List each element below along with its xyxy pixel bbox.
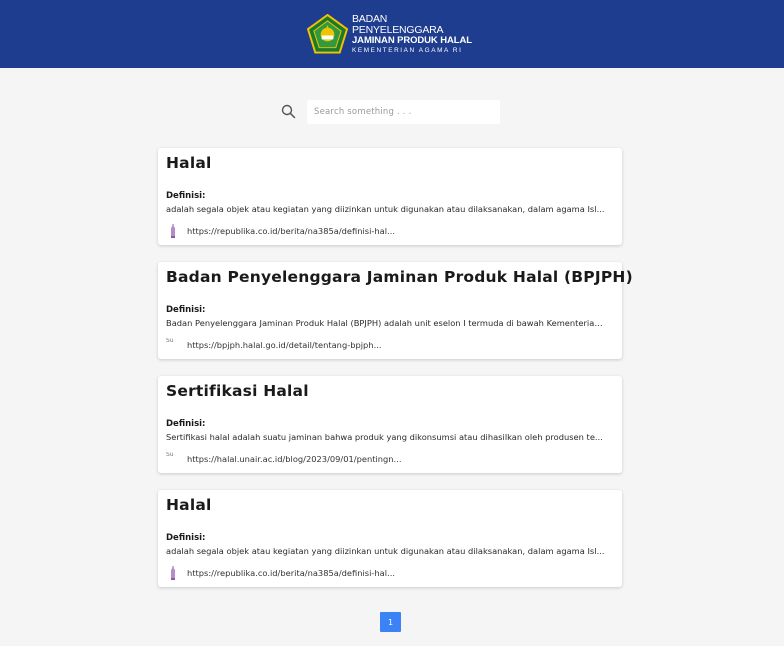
source-link[interactable]: https://republika.co.id/berita/na385a/de…	[166, 224, 395, 238]
site-header: BADAN PENYELENGGARA JAMINAN PRODUK HALAL…	[0, 0, 784, 68]
source-url[interactable]: https://republika.co.id/berita/na385a/de…	[187, 226, 395, 236]
logo-line-3: KEMENTERIAN AGAMA RI	[352, 46, 463, 54]
definition-label: Definisi:	[166, 191, 206, 201]
definition-label: Definisi:	[166, 419, 206, 429]
result-title[interactable]: Halal	[166, 496, 212, 514]
broken-image-icon: Su	[166, 452, 174, 458]
definition-text: adalah segala objek atau kegiatan yang d…	[166, 546, 605, 556]
definition-text: Badan Penyelenggara Jaminan Produk Halal…	[166, 318, 606, 328]
logo-line-1: BADAN PENYELENGGARA	[352, 13, 444, 36]
search-icon[interactable]	[281, 104, 296, 119]
result-title[interactable]: Badan Penyelenggara Jaminan Produk Halal…	[166, 268, 633, 286]
logo-text: BADAN PENYELENGGARA JAMINAN PRODUK HALAL…	[352, 14, 477, 54]
result-card[interactable]: Badan Penyelenggara Jaminan Produk Halal…	[158, 262, 633, 359]
source-url[interactable]: https://bpjph.halal.go.id/detail/tentang…	[187, 340, 381, 350]
source-link[interactable]: https://republika.co.id/berita/na385a/de…	[166, 566, 395, 580]
definition-label: Definisi:	[166, 305, 206, 315]
source-url[interactable]: https://republika.co.id/berita/na385a/de…	[187, 568, 395, 578]
broken-image-icon: Su	[166, 338, 174, 344]
definition-text: adalah segala objek atau kegiatan yang d…	[166, 204, 605, 214]
source-link[interactable]: Su https://halal.unair.ac.id/blog/2023/0…	[166, 452, 401, 466]
result-card[interactable]: Halal Definisi: adalah segala objek atau…	[158, 148, 622, 245]
search-input[interactable]	[307, 100, 500, 124]
source-link[interactable]: Su https://bpjph.halal.go.id/detail/tent…	[166, 338, 381, 352]
definition-label: Definisi:	[166, 533, 206, 543]
republika-favicon-icon	[171, 224, 175, 238]
republika-favicon-icon	[171, 566, 175, 580]
source-url[interactable]: https://halal.unair.ac.id/blog/2023/09/0…	[187, 454, 401, 464]
result-title[interactable]: Halal	[166, 154, 212, 172]
result-title[interactable]: Sertifikasi Halal	[166, 382, 309, 400]
result-card[interactable]: Halal Definisi: adalah segala objek atau…	[158, 490, 622, 587]
bpjph-logo[interactable]: BADAN PENYELENGGARA JAMINAN PRODUK HALAL…	[307, 13, 477, 55]
result-card[interactable]: Sertifikasi Halal Definisi: Sertifikasi …	[158, 376, 622, 473]
definition-text: Sertifikasi halal adalah suatu jaminan b…	[166, 432, 603, 442]
pagination-page-1[interactable]: 1	[380, 612, 401, 632]
kemenag-emblem-icon	[307, 13, 348, 54]
logo-line-2: JAMINAN PRODUK HALAL	[352, 35, 472, 47]
